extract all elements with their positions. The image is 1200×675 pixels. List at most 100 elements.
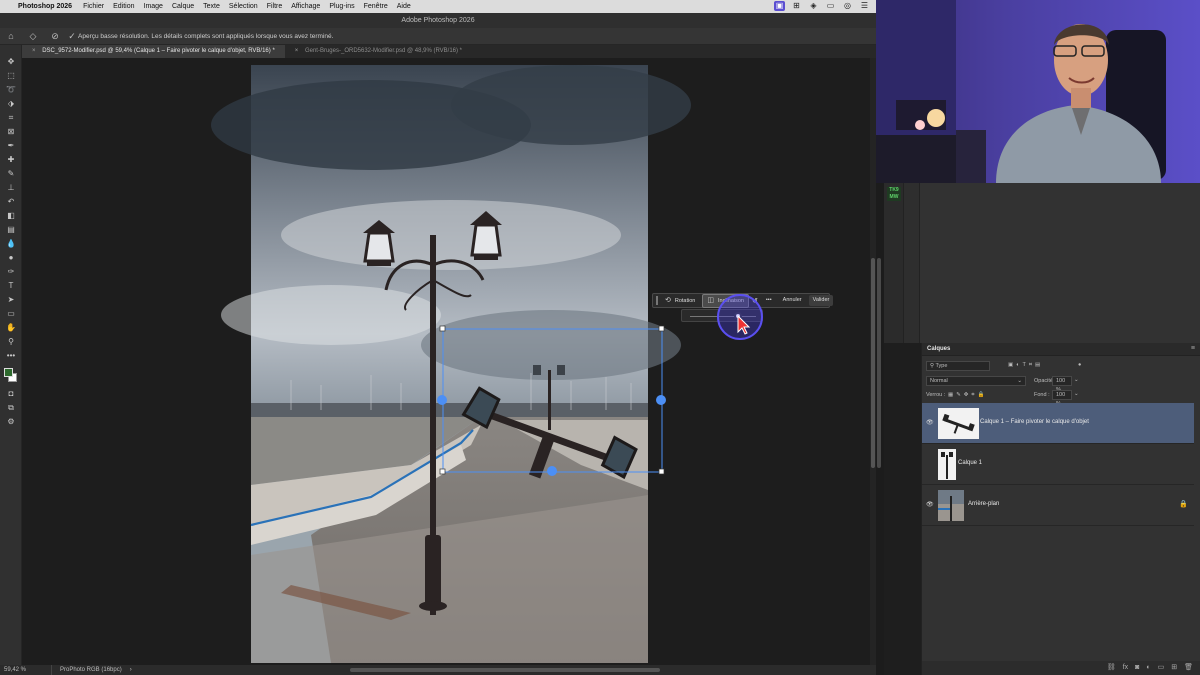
rotate-icon: ⟲ <box>665 296 671 304</box>
type-tool-icon[interactable]: T <box>0 279 22 293</box>
hand-tool-icon[interactable]: ✋ <box>0 321 22 335</box>
screen-record-icon[interactable]: ▣ <box>774 1 785 11</box>
layer-name[interactable]: Calque 1 – Faire pivoter le calque d'obj… <box>980 419 1089 425</box>
new-group-icon[interactable]: ▭ <box>1158 661 1165 675</box>
zoom-level[interactable]: 59,42 % <box>0 665 52 675</box>
layer-name[interactable]: Calque 1 <box>958 460 982 466</box>
pen-tool-icon[interactable]: ✑ <box>0 265 22 279</box>
layer-row-calque-1-rotate[interactable]: 👁 Calque 1 – Faire pivoter le calque d'o… <box>922 403 1194 444</box>
confirm-button[interactable]: Valider <box>808 295 834 306</box>
menu-image[interactable]: Image <box>144 3 163 10</box>
menu-calque[interactable]: Calque <box>172 3 194 10</box>
cursor-highlight <box>717 294 763 340</box>
tool-preset-icon[interactable]: ◇ <box>22 31 44 42</box>
menu-texte[interactable]: Texte <box>203 3 220 10</box>
fill-input[interactable]: 100 % <box>1052 390 1072 407</box>
frame-tool-icon[interactable]: ⊠ <box>0 125 22 139</box>
menu-fichier[interactable]: Fichier <box>83 3 104 10</box>
dodge-tool-icon[interactable]: ● <box>0 251 22 265</box>
eyedropper-tool-icon[interactable]: ✒ <box>0 139 22 153</box>
layer-row-calque-1[interactable]: Calque 1 <box>922 444 1194 485</box>
menu-filtre[interactable]: Filtre <box>267 3 283 10</box>
video-icon[interactable]: ▭ <box>825 1 836 11</box>
tab-label: DSC_9572-Modifier.psd @ 59,4% (Calque 1 … <box>42 48 275 54</box>
layers-icon[interactable]: ◈ <box>808 1 819 11</box>
menu-plugins[interactable]: Plug-ins <box>329 3 354 10</box>
move-tool-icon[interactable]: ✥ <box>0 55 22 69</box>
document-canvas[interactable] <box>22 58 876 665</box>
adjustment-layer-icon[interactable]: ◐ <box>1146 661 1150 675</box>
media-icon[interactable]: ◎ <box>842 1 853 11</box>
app-name-menu[interactable]: Photoshop 2026 <box>18 3 72 10</box>
content-aware-icon[interactable]: ⚙ <box>0 415 22 429</box>
layer-thumbnail <box>938 449 956 480</box>
home-icon[interactable]: ⌂ <box>0 31 22 41</box>
filter-toggle-icon[interactable]: ● <box>1078 362 1081 368</box>
lasso-tool-icon[interactable]: ➰ <box>0 83 22 97</box>
tab-document-2[interactable]: × Gent-Bruges-_ORD5632-Modifier.psd @ 48… <box>285 45 472 58</box>
zoom-tool-icon[interactable]: ⚲ <box>0 335 22 349</box>
close-tab-icon[interactable]: × <box>295 48 299 54</box>
add-mask-icon[interactable]: ◙ <box>1135 661 1139 675</box>
layers-panel-header[interactable]: Calques <box>922 343 1200 356</box>
menu-fenetre[interactable]: Fenêtre <box>364 3 388 10</box>
menu-aide[interactable]: Aide <box>397 3 411 10</box>
pointer-icon <box>737 314 751 335</box>
gradient-tool-icon[interactable]: ▤ <box>0 223 22 237</box>
tilt-icon: ◫ <box>707 296 714 304</box>
blur-tool-icon[interactable]: 💧 <box>0 237 22 251</box>
filter-kind-icons[interactable]: ▣◐T⌗▤ <box>1008 362 1043 369</box>
blend-mode-select[interactable]: Normal ⌄ <box>926 376 1026 386</box>
history-brush-tool-icon[interactable]: ↶ <box>0 195 22 209</box>
crop-tool-icon[interactable]: ⌗ <box>0 111 22 125</box>
visibility-eye-icon[interactable]: 👁 <box>926 419 934 426</box>
rectangle-tool-icon[interactable]: ▭ <box>0 307 22 321</box>
layer-style-icon[interactable]: fx <box>1123 661 1128 675</box>
menu-edition[interactable]: Edition <box>113 3 134 10</box>
eraser-tool-icon[interactable]: ◧ <box>0 209 22 223</box>
layer-row-arriere-plan[interactable]: 👁 Arrière-plan 🔒 <box>922 485 1194 526</box>
tab-document-1[interactable]: × DSC_9572-Modifier.psd @ 59,4% (Calque … <box>22 45 285 58</box>
layer-name[interactable]: Arrière-plan <box>968 501 999 507</box>
rotation-button[interactable]: ⟲ Rotation <box>661 295 699 307</box>
panel-menu-icon[interactable]: ≡ <box>1191 345 1195 352</box>
control-center-icon[interactable]: ☰ <box>859 1 870 11</box>
grid-icon[interactable]: ⊞ <box>791 1 802 11</box>
tools-panel: ✥ ⬚ ➰ ⬗ ⌗ ⊠ ✒ ✚ ✎ ⊥ ↶ ◧ ▤ 💧 ● ✑ T ➤ ▭ ✋ … <box>0 45 22 665</box>
link-layers-icon[interactable]: ⛓ <box>1107 661 1116 675</box>
lock-label: Verrou : <box>926 392 946 398</box>
layer-thumbnail <box>938 490 964 521</box>
opacity-input[interactable]: 100 % <box>1052 376 1072 393</box>
close-tab-icon[interactable]: × <box>32 48 36 54</box>
cancel-transform-icon[interactable]: ⊘ <box>44 31 66 42</box>
delete-layer-icon[interactable]: 🗑 <box>1184 661 1193 675</box>
status-bar: 59,42 % ProPhoto RGB (16bpc) › <box>0 665 876 675</box>
marquee-tool-icon[interactable]: ⬚ <box>0 69 22 83</box>
cancel-button[interactable]: Annuler <box>779 295 806 306</box>
status-expand-arrow[interactable]: › <box>122 665 132 675</box>
healing-brush-tool-icon[interactable]: ✚ <box>0 153 22 167</box>
brush-tool-icon[interactable]: ✎ <box>0 167 22 181</box>
menu-selection[interactable]: Sélection <box>229 3 258 10</box>
horizontal-scrollbar[interactable] <box>350 668 660 672</box>
chevron-down-icon[interactable]: ⌄ <box>1074 377 1079 383</box>
dock-scrollbar[interactable] <box>877 258 881 468</box>
foreground-color-swatch[interactable] <box>4 368 13 377</box>
menu-affichage[interactable]: Affichage <box>291 3 320 10</box>
lock-icon[interactable]: 🔒 <box>1179 500 1188 508</box>
new-layer-icon[interactable]: ⊞ <box>1171 661 1177 675</box>
path-selection-tool-icon[interactable]: ➤ <box>0 293 22 307</box>
panel-title: Calques <box>927 346 951 352</box>
lock-option-icons[interactable]: ▦✎✥⌗🔒 <box>948 392 987 399</box>
more-tools-icon[interactable]: ••• <box>0 349 22 363</box>
clone-stamp-tool-icon[interactable]: ⊥ <box>0 181 22 195</box>
layer-filter-input[interactable]: ⚲ Type <box>926 361 990 371</box>
drag-handle-icon[interactable] <box>656 296 658 305</box>
tk-plugin-icon[interactable]: TK9 MW <box>887 187 901 201</box>
object-selection-tool-icon[interactable]: ⬗ <box>0 97 22 111</box>
chevron-down-icon[interactable]: ⌄ <box>1074 391 1079 397</box>
canvas-area[interactable] <box>22 58 876 665</box>
screen-mode-icon[interactable]: ⧉ <box>0 401 22 415</box>
quick-mask-icon[interactable]: ◘ <box>0 387 22 401</box>
visibility-eye-icon[interactable]: 👁 <box>926 501 934 508</box>
